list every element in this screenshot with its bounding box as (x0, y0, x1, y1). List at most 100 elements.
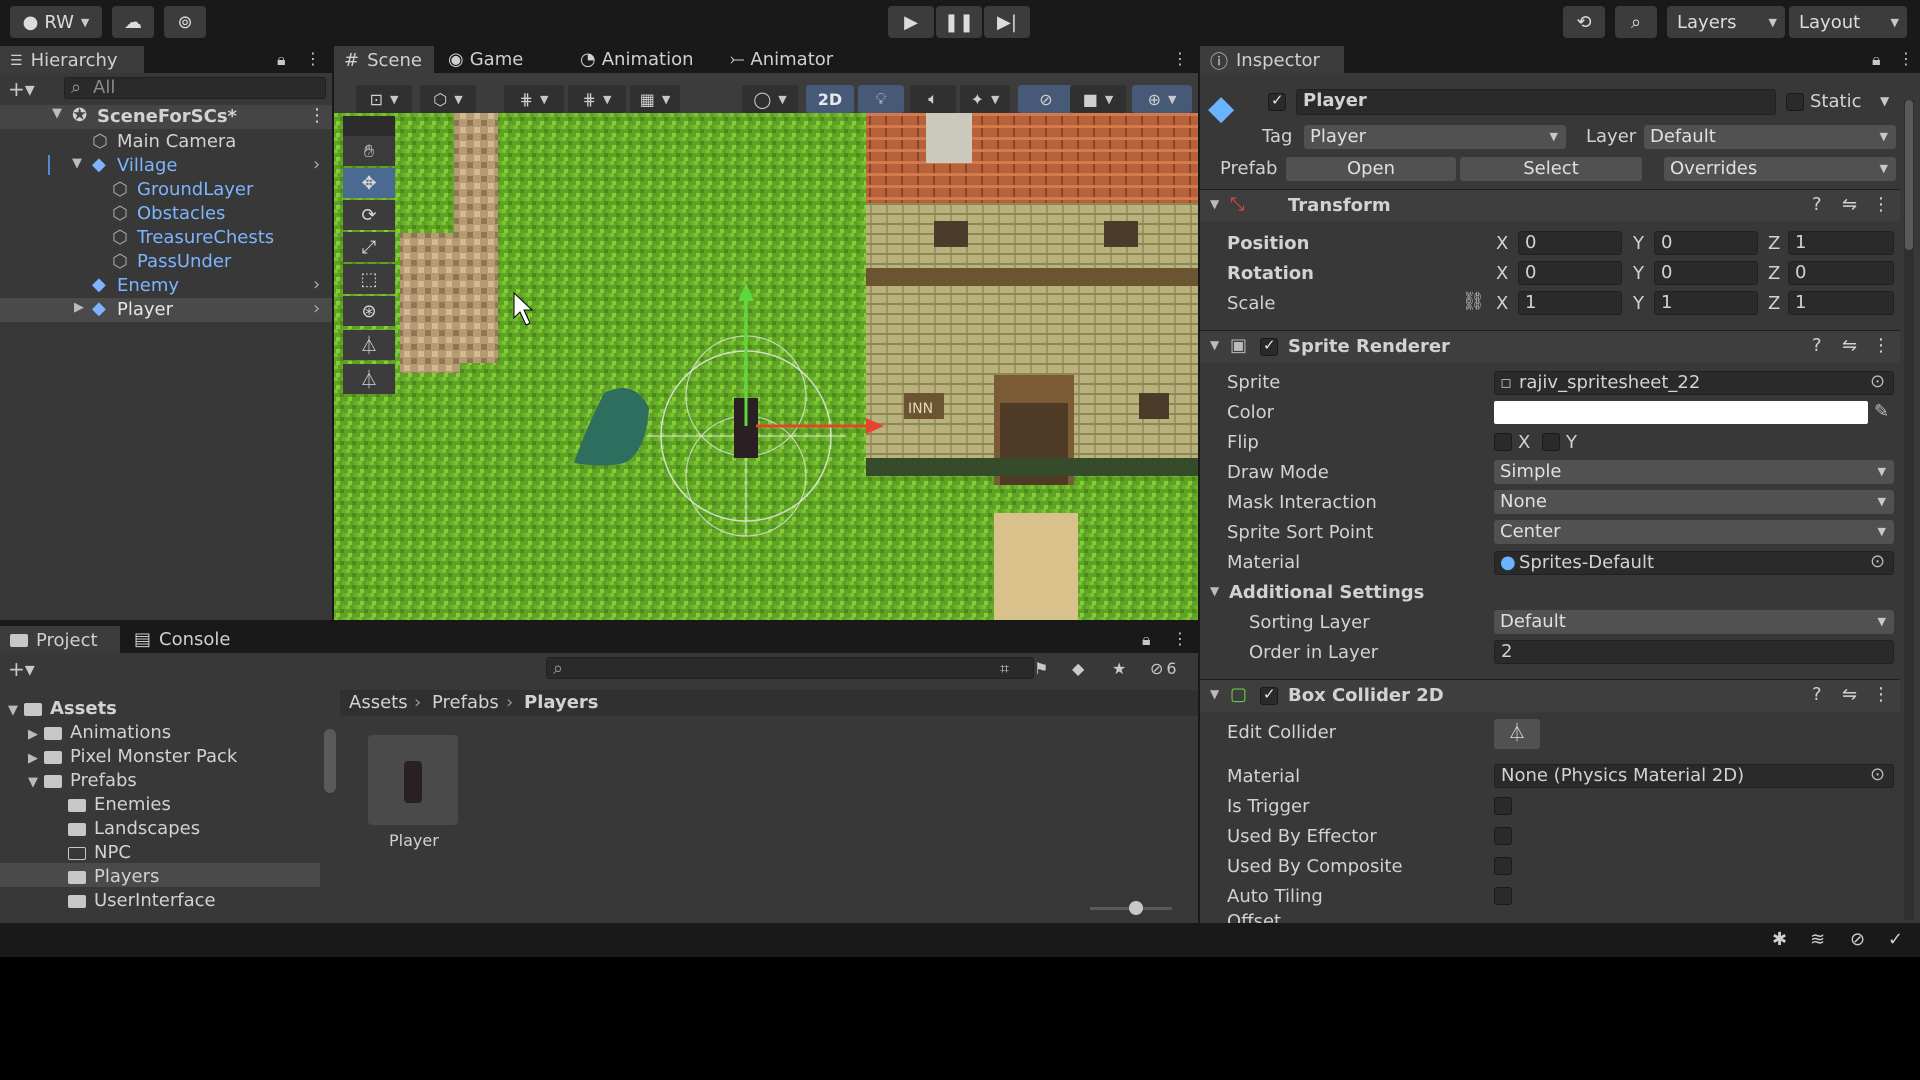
flip-y-checkbox[interactable] (1542, 433, 1560, 451)
more-icon[interactable]: ⋮ (1172, 49, 1188, 68)
order-in-layer-input[interactable]: 2 (1494, 640, 1894, 664)
increment-snap-dropdown[interactable]: ⋕ ▼ (568, 85, 626, 113)
is-trigger-checkbox[interactable] (1494, 797, 1512, 815)
lock-icon[interactable]: 🔒︎ (1142, 630, 1151, 650)
tree-item-prefabs[interactable]: ▼ Prefabs (28, 770, 137, 791)
hierarchy-item-obstacles[interactable]: ⬡ Obstacles (0, 202, 332, 226)
expand-arrow-icon[interactable]: ▼ (1210, 584, 1219, 598)
physics-material-field[interactable]: None (Physics Material 2D) (1494, 764, 1894, 788)
scene-canvas[interactable]: INN (334, 113, 1198, 620)
tab-animator[interactable]: ⤚ Animator (720, 46, 840, 73)
scene-visibility-toggle[interactable]: ⊘ (1018, 85, 1074, 113)
more-icon[interactable]: ⋮ (1872, 684, 1890, 705)
check-icon[interactable]: ✓ (1888, 929, 1903, 950)
more-icon[interactable]: ⋮ (1872, 335, 1890, 356)
active-checkbox[interactable] (1268, 91, 1286, 111)
hierarchy-item-village[interactable]: ▼ ◆ Village › (0, 154, 332, 178)
transform-tool-button[interactable]: ⊛ (343, 296, 395, 326)
used-by-effector-checkbox[interactable] (1494, 827, 1512, 845)
scale-y-input[interactable]: 1 (1654, 291, 1758, 315)
additional-settings-foldout[interactable]: Additional Settings (1229, 582, 1424, 603)
hierarchy-item-passunder[interactable]: ⬡ PassUnder (0, 250, 332, 274)
more-icon[interactable]: ⋮ (1172, 629, 1188, 648)
expand-arrow-icon[interactable]: ▼ (1210, 197, 1219, 211)
scale-tool-button[interactable]: ⤢ (343, 232, 395, 262)
2d-mode-toggle[interactable]: 2D (806, 85, 854, 113)
mask-interaction-dropdown[interactable]: None ▼ (1494, 490, 1894, 514)
position-x-input[interactable]: 0 (1518, 231, 1622, 255)
tree-item-npc[interactable]: NPC (68, 842, 131, 863)
bug-icon[interactable]: ✱ (1772, 929, 1787, 950)
tab-scene[interactable]: # Scene (334, 46, 434, 73)
zoom-slider-thumb[interactable] (1129, 901, 1143, 915)
move-tool-button[interactable]: ✥ (343, 168, 395, 198)
account-dropdown[interactable]: ● RW ▼ (10, 6, 102, 38)
hierarchy-item-groundlayer[interactable]: ⬡ GroundLayer (0, 178, 332, 202)
layer-dropdown[interactable]: Default ▼ (1644, 125, 1896, 149)
lock-icon[interactable]: 🔒︎ (1872, 50, 1881, 70)
tab-animation[interactable]: ◔ Animation (570, 46, 700, 73)
auto-refresh-icon[interactable]: ⊘ (1850, 929, 1865, 950)
static-checkbox[interactable] (1786, 93, 1804, 111)
box-collider-header[interactable]: ▼ ▢ Box Collider 2D ? ⇋ ⋮ (1200, 679, 1900, 712)
chevron-right-icon[interactable]: › (313, 274, 320, 295)
inspector-scrollbar-thumb[interactable] (1905, 100, 1913, 250)
tab-inspector[interactable]: ⓘ Inspector (1200, 46, 1344, 73)
label-icon[interactable]: ◆ (1072, 659, 1084, 678)
hierarchy-item-main-camera[interactable]: ⬡ Main Camera (0, 130, 332, 154)
draw-mode-dropdown[interactable]: Simple ▼ (1494, 460, 1894, 484)
hand-tool-button[interactable]: ✋︎ (343, 136, 395, 166)
help-icon[interactable]: ? (1812, 335, 1822, 356)
sprite-object-field[interactable]: ▫ rajiv_spritesheet_22 (1494, 371, 1894, 395)
filter-icon[interactable]: ⚑ (1034, 659, 1048, 678)
effects-dropdown[interactable]: ✦ ▼ (960, 85, 1010, 113)
collab-button[interactable]: ⊚ (164, 6, 206, 38)
chevron-down-icon[interactable]: ▼ (1880, 94, 1889, 108)
sorting-layer-dropdown[interactable]: Default ▼ (1494, 610, 1894, 634)
prefab-select-button[interactable]: Select (1460, 157, 1642, 181)
draw-mode-dropdown[interactable]: ⊡ ▼ (356, 85, 412, 113)
more-icon[interactable]: ⋮ (308, 105, 326, 126)
breadcrumb-players[interactable]: Players (524, 692, 599, 713)
auto-tiling-checkbox[interactable] (1494, 887, 1512, 905)
breadcrumb-assets[interactable]: Assets (349, 692, 408, 713)
preset-icon[interactable]: ⇋ (1842, 335, 1857, 356)
grid-snap-dropdown[interactable]: ⋕ ▼ (504, 85, 564, 113)
more-icon[interactable]: ⋮ (1898, 49, 1914, 68)
position-z-input[interactable]: 1 (1788, 231, 1894, 255)
tab-game[interactable]: ◉ Game (438, 46, 534, 73)
expand-arrow-icon[interactable]: ▼ (1210, 687, 1219, 701)
project-search-input[interactable]: ⌕ (546, 657, 1034, 679)
more-icon[interactable]: ⋮ (305, 49, 321, 68)
custom-tool-2-button[interactable]: ⏃ (343, 364, 395, 394)
rotation-x-input[interactable]: 0 (1518, 261, 1622, 285)
tree-scrollbar[interactable] (324, 729, 336, 793)
tree-item-pixel-monster-pack[interactable]: ▶ Pixel Monster Pack (28, 746, 237, 767)
help-icon[interactable]: ? (1812, 684, 1822, 705)
pause-button[interactable]: ❚❚ (936, 6, 982, 38)
position-y-input[interactable]: 0 (1654, 231, 1758, 255)
cloud-button[interactable]: ☁ (112, 6, 154, 38)
constrain-proportions-icon[interactable]: ⛓︎ (1462, 291, 1485, 312)
scene-row[interactable]: ▼ ✪ SceneForSCs* ⋮ (0, 105, 332, 129)
object-name-input[interactable]: Player (1296, 89, 1776, 115)
favorite-star-icon[interactable]: ★ (1112, 659, 1126, 678)
expand-arrow-icon[interactable]: ▼ (1210, 338, 1219, 352)
camera-dropdown[interactable]: ■ ▼ (1070, 85, 1126, 113)
undo-history-button[interactable]: ⟲ (1563, 6, 1605, 38)
tree-item-assets[interactable]: ▼ Assets (8, 698, 117, 719)
breadcrumb-prefabs[interactable]: Prefabs (432, 692, 499, 713)
tab-project[interactable]: Project (0, 626, 120, 653)
layers-dropdown[interactable]: Layers ▼ (1667, 6, 1785, 38)
expand-arrow-icon[interactable]: ▶ (74, 300, 84, 315)
object-picker-icon[interactable]: ⊙ (1870, 371, 1885, 392)
box-collider-enabled-checkbox[interactable] (1260, 685, 1278, 705)
tag-dropdown[interactable]: Player ▼ (1304, 125, 1566, 149)
material-object-field[interactable]: ● Sprites-Default (1494, 551, 1894, 575)
object-picker-icon[interactable]: ⊙ (1870, 551, 1885, 572)
chevron-right-icon[interactable]: › (313, 298, 320, 319)
object-picker-icon[interactable]: ⊙ (1870, 764, 1885, 785)
help-icon[interactable]: ? (1812, 194, 1822, 215)
lighting-toggle[interactable]: 💡︎ (858, 85, 904, 113)
tree-item-enemies[interactable]: Enemies (68, 794, 171, 815)
